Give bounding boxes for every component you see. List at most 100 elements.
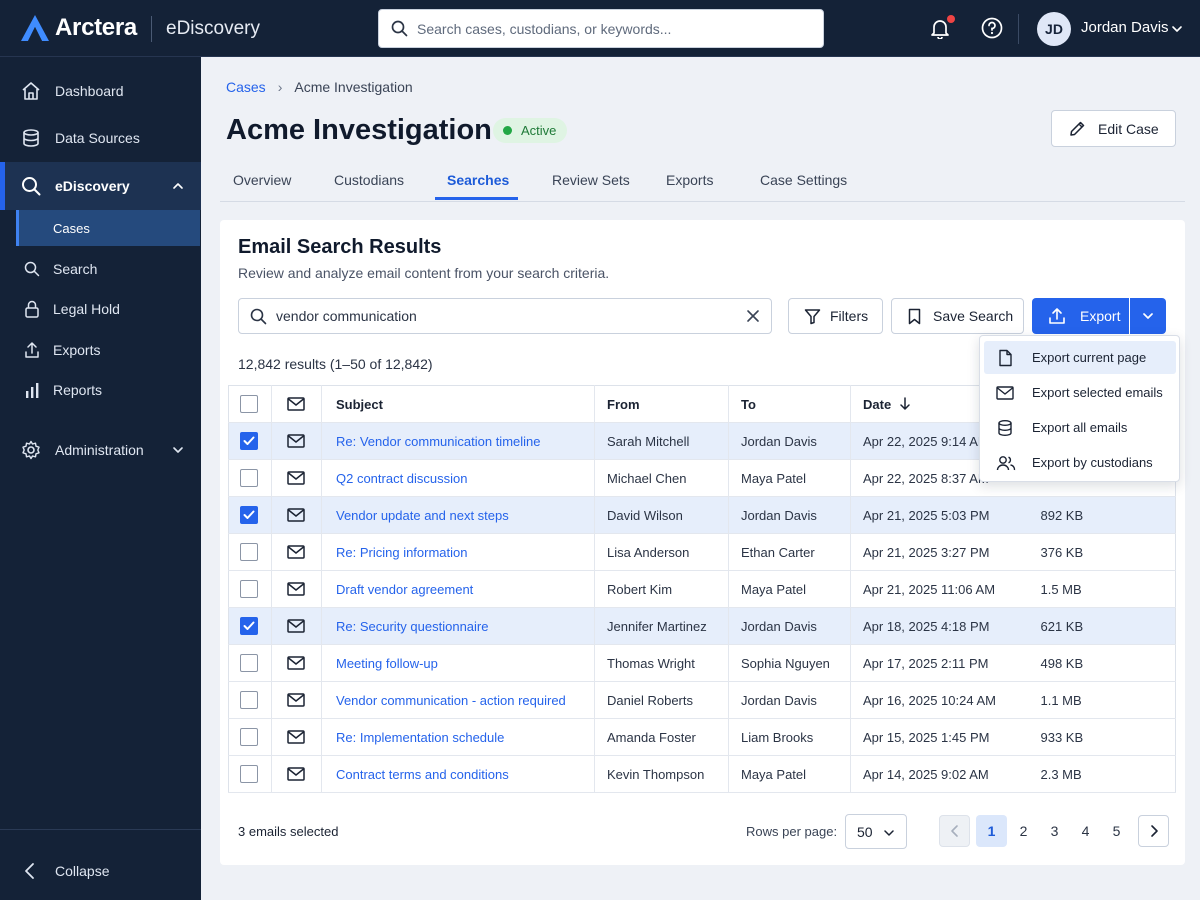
email-subject-link[interactable]: Vendor communication - action required <box>336 693 566 708</box>
sidebar-item-reports[interactable]: Reports <box>0 376 201 404</box>
previous-page-button[interactable] <box>939 815 970 847</box>
row-type-cell <box>271 644 322 682</box>
filters-label: Filters <box>830 308 869 324</box>
row-date: Apr 14, 2025 9:02 AM <box>850 755 1041 793</box>
email-subject-link[interactable]: Draft vendor agreement <box>336 582 473 597</box>
email-subject-link[interactable]: Q2 contract discussion <box>336 471 468 486</box>
sidebar-item-search[interactable]: Search <box>0 255 201 283</box>
email-subject-link[interactable]: Contract terms and conditions <box>336 767 509 782</box>
row-checkbox[interactable] <box>240 543 258 561</box>
row-subject-cell: Re: Implementation schedule <box>321 718 595 756</box>
menu-item-export-by-custodians[interactable]: Export by custodians <box>984 446 1176 479</box>
global-search[interactable] <box>378 9 824 48</box>
row-checkbox[interactable] <box>240 728 258 746</box>
table-row[interactable]: Contract terms and conditions Kevin Thomp… <box>228 755 1176 793</box>
email-subject-link[interactable]: Meeting follow-up <box>336 656 438 671</box>
table-row[interactable]: Vendor update and next steps David Wilson… <box>228 496 1176 534</box>
chevron-down-icon[interactable] <box>1170 22 1184 36</box>
table-row[interactable]: Meeting follow-up Thomas Wright Sophia Ngu… <box>228 644 1176 682</box>
results-subtitle: Review and analyze email content from yo… <box>238 265 610 281</box>
save-search-button[interactable]: Save Search <box>891 298 1024 334</box>
results-search-input[interactable] <box>276 308 726 324</box>
next-page-button[interactable] <box>1138 815 1169 847</box>
tab-case-settings[interactable]: Case Settings <box>760 172 847 188</box>
sidebar-item-dashboard[interactable]: Dashboard <box>0 77 201 105</box>
table-row[interactable]: Re: Security questionnaire Jennifer Marti… <box>228 607 1176 645</box>
sidebar-item-label: Data Sources <box>55 130 140 146</box>
chevron-up-icon[interactable] <box>171 179 185 193</box>
home-icon <box>22 82 40 100</box>
user-name[interactable]: Jordan Davis <box>1081 19 1169 36</box>
row-checkbox[interactable] <box>240 506 258 524</box>
sidebar-item-ediscovery[interactable]: eDiscovery <box>0 162 201 210</box>
row-size: 892 KB <box>1040 496 1176 534</box>
edit-case-button[interactable]: Edit Case <box>1051 110 1176 147</box>
tab-custodians[interactable]: Custodians <box>334 172 404 188</box>
status-dot-icon <box>503 126 512 135</box>
table-row[interactable]: Re: Implementation schedule Amanda Foster… <box>228 718 1176 756</box>
menu-item-export-current-page[interactable]: Export current page <box>984 341 1176 374</box>
sidebar-item-administration[interactable]: Administration <box>0 436 201 464</box>
results-search[interactable] <box>238 298 772 334</box>
email-subject-link[interactable]: Re: Vendor communication timeline <box>336 434 541 449</box>
row-checkbox[interactable] <box>240 654 258 672</box>
menu-item-export-all-emails[interactable]: Export all emails <box>984 411 1176 444</box>
search-icon <box>391 20 408 37</box>
email-subject-link[interactable]: Re: Implementation schedule <box>336 730 504 745</box>
sidebar-item-data-sources[interactable]: Data Sources <box>0 124 201 152</box>
help-icon[interactable] <box>981 17 1003 39</box>
tab-exports[interactable]: Exports <box>666 172 713 188</box>
page-button-1[interactable]: 1 <box>976 815 1007 847</box>
email-subject-link[interactable]: Vendor update and next steps <box>336 508 509 523</box>
page-button-5[interactable]: 5 <box>1101 815 1132 847</box>
tab-overview[interactable]: Overview <box>233 172 291 188</box>
row-checkbox[interactable] <box>240 691 258 709</box>
avatar[interactable]: JD <box>1037 12 1071 46</box>
column-header-subject[interactable]: Subject <box>321 385 595 423</box>
status-label: Active <box>521 123 557 138</box>
row-checkbox[interactable] <box>240 580 258 598</box>
email-subject-link[interactable]: Re: Pricing information <box>336 545 468 560</box>
page-button-4[interactable]: 4 <box>1070 815 1101 847</box>
sidebar-item-label: Dashboard <box>55 83 124 99</box>
page-button-3[interactable]: 3 <box>1039 815 1070 847</box>
row-checkbox[interactable] <box>240 617 258 635</box>
collapse-sidebar-button[interactable]: Collapse <box>0 857 201 885</box>
brand-logo[interactable]: Arctera <box>20 14 137 42</box>
breadcrumb-link-cases[interactable]: Cases <box>226 79 266 95</box>
row-select-cell <box>228 718 272 756</box>
close-icon[interactable] <box>746 309 760 323</box>
chevron-down-icon[interactable] <box>171 443 185 457</box>
sidebar-item-label: Reports <box>53 382 103 398</box>
tab-review-sets[interactable]: Review Sets <box>552 172 630 188</box>
select-all-checkbox[interactable] <box>240 395 258 413</box>
row-select-cell <box>228 459 272 497</box>
tab-searches[interactable]: Searches <box>447 172 509 188</box>
row-select-cell <box>228 570 272 608</box>
export-dropdown-toggle[interactable] <box>1130 298 1166 334</box>
pencil-icon <box>1070 121 1085 136</box>
page-button-2[interactable]: 2 <box>1008 815 1039 847</box>
table-row[interactable]: Vendor communication - action required Da… <box>228 681 1176 719</box>
users-icon <box>996 455 1016 470</box>
email-subject-link[interactable]: Re: Security questionnaire <box>336 619 488 634</box>
sidebar-item-exports[interactable]: Exports <box>0 336 201 364</box>
row-type-cell <box>271 681 322 719</box>
table-row[interactable]: Draft vendor agreement Robert Kim Maya Pat… <box>228 570 1176 608</box>
column-header-to[interactable]: To <box>728 385 851 423</box>
row-checkbox[interactable] <box>240 765 258 783</box>
table-row[interactable]: Re: Pricing information Lisa Anderson Etha… <box>228 533 1176 571</box>
row-date: Apr 17, 2025 2:11 PM <box>850 644 1041 682</box>
row-to: Jordan Davis <box>728 422 851 460</box>
row-from: Daniel Roberts <box>594 681 729 719</box>
row-checkbox[interactable] <box>240 469 258 487</box>
menu-item-export-selected-emails[interactable]: Export selected emails <box>984 376 1176 409</box>
sidebar-item-cases[interactable]: Cases <box>16 210 200 246</box>
export-button[interactable]: Export <box>1032 298 1129 334</box>
column-header-from[interactable]: From <box>594 385 729 423</box>
global-search-input[interactable] <box>417 20 797 37</box>
row-checkbox[interactable] <box>240 432 258 450</box>
rows-per-page-select[interactable]: 50 <box>845 814 907 849</box>
filters-button[interactable]: Filters <box>788 298 883 334</box>
sidebar-item-legal-hold[interactable]: Legal Hold <box>0 295 201 323</box>
